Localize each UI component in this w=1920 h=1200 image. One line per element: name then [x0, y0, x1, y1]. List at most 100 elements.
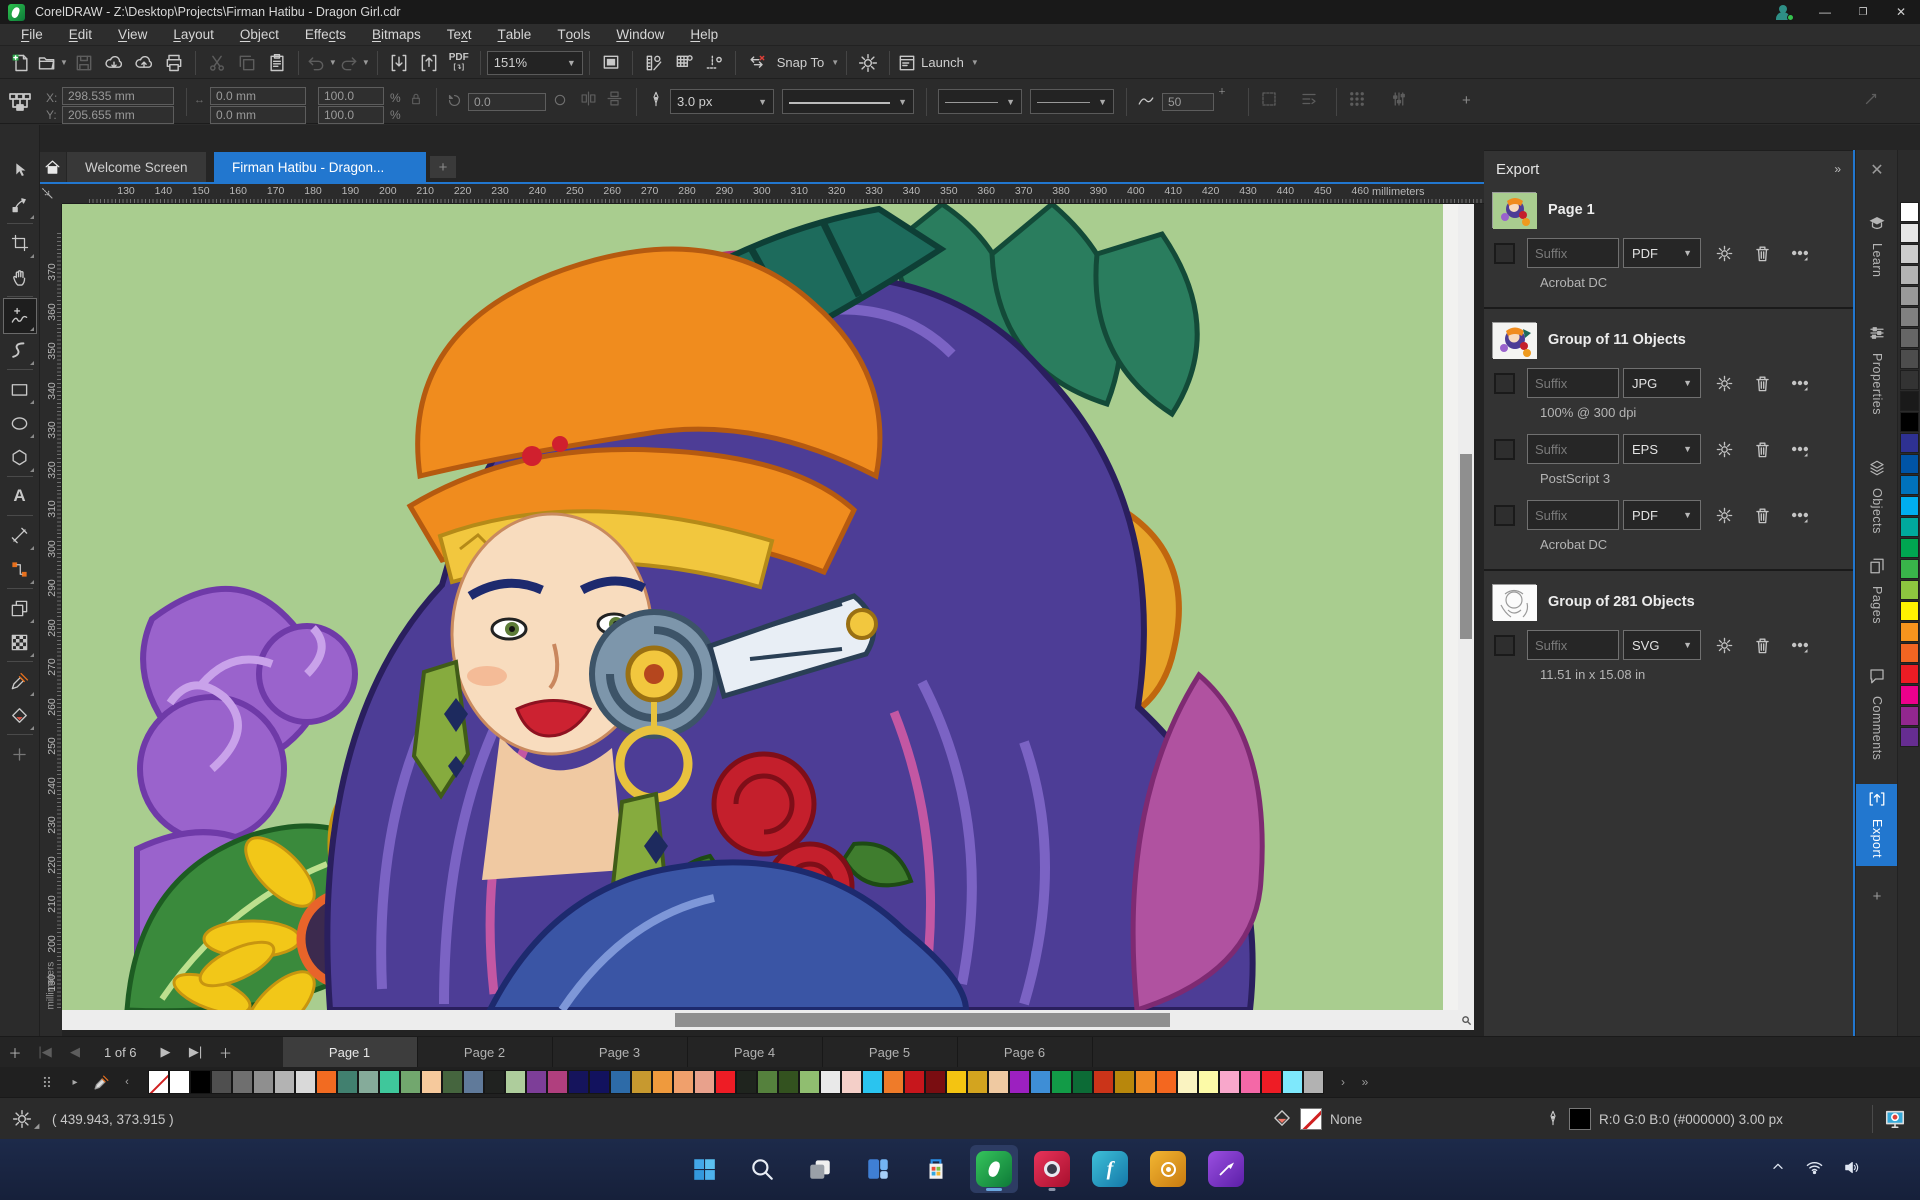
menu-help[interactable]: Help — [677, 24, 731, 46]
delete-format-icon[interactable] — [1747, 500, 1777, 530]
tab-welcome-screen[interactable]: Welcome Screen — [67, 152, 206, 182]
palette-swatch[interactable] — [1009, 1070, 1030, 1094]
pick-tool[interactable] — [4, 153, 36, 187]
suffix-input[interactable] — [1527, 434, 1619, 464]
ellipse-tool[interactable] — [4, 406, 36, 440]
format-select[interactable]: EPS ▼ — [1623, 434, 1701, 464]
palette-swatch[interactable] — [1177, 1070, 1198, 1094]
format-settings-gear-icon[interactable] — [1709, 434, 1739, 464]
paste-icon[interactable] — [263, 49, 291, 77]
palette-swatch[interactable] — [883, 1070, 904, 1094]
palette-swatch[interactable] — [358, 1070, 379, 1094]
palette-swatch[interactable] — [1240, 1070, 1261, 1094]
object-height-field[interactable]: 0.0 mm — [210, 106, 306, 124]
palette-swatch[interactable] — [190, 1070, 211, 1094]
tab-active-document[interactable]: Firman Hatibu - Dragon... — [214, 152, 426, 182]
palette-swatch[interactable] — [1900, 286, 1919, 306]
object-width-field[interactable]: 0.0 mm — [210, 87, 306, 105]
palette-swatch[interactable] — [694, 1070, 715, 1094]
horizontal-ruler[interactable]: 130 140 150 160 170 180 190 200 210 220 230 240 250 2… — [62, 184, 1484, 204]
add-docker-icon[interactable]: + — [1856, 888, 1898, 905]
eyedropper-tool[interactable] — [4, 664, 36, 698]
add-page-button-right[interactable]: ＋ — [211, 1037, 241, 1067]
palette-swatch[interactable] — [274, 1070, 295, 1094]
palette-swatch[interactable] — [526, 1070, 547, 1094]
smoothing-stepper[interactable]: ＋ — [1218, 88, 1226, 96]
menu-layout[interactable]: Layout — [160, 24, 227, 46]
wifi-icon[interactable] — [1806, 1159, 1823, 1181]
palette-swatch[interactable] — [1900, 643, 1919, 663]
palette-swatch[interactable] — [1900, 496, 1919, 516]
palette-swatch[interactable] — [1900, 601, 1919, 621]
customize-plus[interactable] — [4, 737, 36, 771]
palette-swatch[interactable] — [904, 1070, 925, 1094]
suffix-input[interactable] — [1527, 238, 1619, 268]
text-tool[interactable]: A — [4, 479, 36, 513]
status-options-gear-icon[interactable]: ◢ — [12, 1098, 39, 1140]
palette-swatch[interactable] — [715, 1070, 736, 1094]
menu-view[interactable]: View — [105, 24, 160, 46]
widgets-icon[interactable] — [854, 1145, 902, 1193]
page-tab-page-3[interactable]: Page 3 — [553, 1036, 688, 1068]
palette-swatch[interactable] — [820, 1070, 841, 1094]
palette-swatch[interactable] — [1261, 1070, 1282, 1094]
color-proof-monitor-icon[interactable] — [1884, 1098, 1906, 1140]
chevron-up-icon[interactable] — [1770, 1159, 1786, 1180]
options-gear-icon[interactable] — [854, 49, 882, 77]
smoothing-field[interactable]: 50 — [1162, 93, 1214, 111]
palette-swatch[interactable] — [169, 1070, 190, 1094]
arrow-end-combo[interactable]: ▼ — [1030, 89, 1114, 114]
zoom-corner-icon[interactable] — [1458, 1010, 1474, 1030]
x-position-field[interactable]: 298.535 mm — [62, 87, 174, 105]
export-item-checkbox[interactable] — [1494, 438, 1515, 460]
cloud-upload-icon[interactable] — [130, 49, 158, 77]
palette-swatch[interactable] — [463, 1070, 484, 1094]
menu-table[interactable]: Table — [485, 24, 545, 46]
palette-swatch[interactable] — [967, 1070, 988, 1094]
more-options-icon[interactable] — [1785, 368, 1815, 398]
palette-swatch[interactable] — [1900, 664, 1919, 684]
palette-swatch[interactable] — [1303, 1070, 1324, 1094]
palette-swatch[interactable] — [505, 1070, 526, 1094]
format-settings-gear-icon[interactable] — [1709, 500, 1739, 530]
palette-swatch[interactable] — [610, 1070, 631, 1094]
search-icon[interactable] — [738, 1145, 786, 1193]
palette-swatch[interactable] — [1900, 244, 1919, 264]
menu-text[interactable]: Te x t — [434, 24, 485, 46]
volume-icon[interactable] — [1843, 1159, 1860, 1181]
palette-swatch[interactable] — [925, 1070, 946, 1094]
docker-tab-objects[interactable]: Objects — [1856, 453, 1898, 534]
palette-swatch[interactable] — [1900, 433, 1919, 453]
palette-swatch[interactable] — [778, 1070, 799, 1094]
palette-swatch[interactable] — [862, 1070, 883, 1094]
restore-button[interactable]: ❐ — [1844, 0, 1882, 24]
print-icon[interactable] — [160, 49, 188, 77]
palette-swatch[interactable] — [1198, 1070, 1219, 1094]
photo-paint-icon[interactable] — [1028, 1145, 1076, 1193]
vertical-scrollbar-thumb[interactable] — [1460, 454, 1472, 639]
palette-swatch[interactable] — [1072, 1070, 1093, 1094]
palette-swatch[interactable] — [148, 1070, 169, 1094]
user-avatar-icon[interactable] — [1768, 0, 1806, 24]
zoom-level-combo[interactable]: 151% ▼ — [486, 50, 583, 75]
scale-x-field[interactable]: 100.0 — [318, 87, 384, 105]
export-item-checkbox[interactable] — [1494, 372, 1515, 394]
rulers-toggle-icon[interactable] — [640, 49, 668, 77]
last-page-button[interactable]: ▶| — [181, 1037, 211, 1067]
palette-swatch[interactable] — [295, 1070, 316, 1094]
scale-y-field[interactable]: 100.0 — [318, 106, 384, 124]
format-settings-gear-icon[interactable] — [1709, 238, 1739, 268]
palette-swatch[interactable] — [736, 1070, 757, 1094]
palette-swatch[interactable] — [1900, 727, 1919, 747]
palette-swatch[interactable] — [484, 1070, 505, 1094]
vertical-ruler[interactable]: 370 360 350 340 330 320 310 300 290 280 270 260 250 2… — [40, 204, 62, 1010]
palette-swatch[interactable] — [232, 1070, 253, 1094]
palette-swatch[interactable] — [1900, 559, 1919, 579]
collapse-docker-icon[interactable]: » — [1834, 162, 1841, 176]
color-eyedropper-icon[interactable] — [88, 1069, 114, 1095]
suffix-input[interactable] — [1527, 630, 1619, 660]
palette-swatch[interactable] — [1114, 1070, 1135, 1094]
palette-swatch[interactable] — [1156, 1070, 1177, 1094]
docker-tab-comments[interactable]: Comments — [1856, 661, 1898, 760]
palette-scroll-left-icon[interactable]: ‹ — [114, 1069, 140, 1095]
